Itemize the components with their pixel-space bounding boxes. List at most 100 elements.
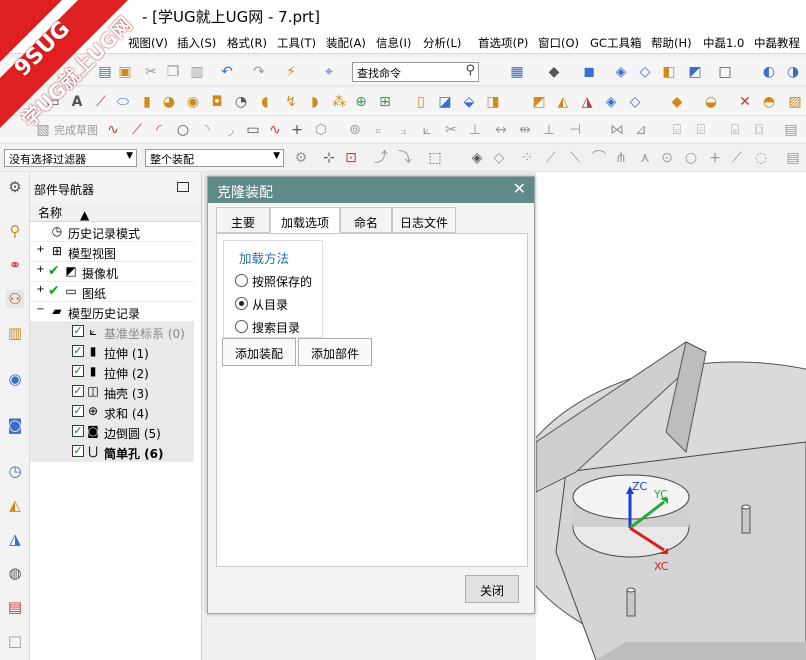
assembly-navigator-icon[interactable]: ⚲ — [6, 222, 24, 240]
extend-icon[interactable]: ⟓ — [394, 121, 412, 139]
web-browser-icon[interactable]: ◙ — [6, 416, 24, 434]
orient-icon[interactable]: ◐ — [760, 63, 778, 81]
circle-icon[interactable]: ○ — [174, 121, 192, 139]
reuse-library-icon[interactable]: ▥ — [6, 324, 24, 342]
visibility-checkbox[interactable]: ✓ — [72, 445, 84, 457]
manufacturing-wizard-icon[interactable]: ◍ — [6, 564, 24, 582]
process-studio-icon[interactable]: ◮ — [6, 530, 24, 548]
show-constraints-icon[interactable]: ⟂ — [540, 121, 558, 139]
expand-icon[interactable]: + — [36, 245, 45, 255]
paste-icon[interactable]: ▥ — [188, 63, 206, 81]
history-icon[interactable]: ◷ — [6, 462, 24, 480]
quick-trim-icon[interactable]: ✂ — [442, 121, 460, 139]
menu-preferences[interactable]: 首选项(P) — [478, 35, 528, 51]
tree-node-extrude-2[interactable]: ✓ ▮ 拉伸 (2) — [30, 362, 194, 382]
snap-midpoint-icon[interactable]: ⟋ — [542, 149, 560, 167]
fillet-sketch-icon[interactable]: ◝ — [198, 121, 216, 139]
snap-intersection-icon[interactable]: ⋏ — [636, 149, 654, 167]
menu-format[interactable]: 格式(R) — [227, 35, 267, 51]
select-region-icon[interactable]: ⊡ — [342, 149, 360, 167]
view-cube-icon[interactable]: ◈ — [612, 63, 630, 81]
radio-search-folders[interactable] — [235, 320, 248, 333]
tree-node-model-views[interactable]: + ⊞ 模型视图 — [30, 242, 194, 262]
sew-icon[interactable]: ◇ — [626, 93, 644, 111]
rectangle-select-icon[interactable]: ⬚ — [426, 149, 444, 167]
constraint-navigator-icon[interactable]: ⚭ — [6, 256, 24, 274]
close-icon[interactable]: ✕ — [513, 179, 526, 198]
chamfer-icon[interactable]: ◩ — [530, 93, 548, 111]
visibility-checkbox[interactable]: ✓ — [72, 405, 84, 417]
visibility-checkbox[interactable]: ✓ — [72, 365, 84, 377]
redo-icon[interactable]: ↷ — [250, 63, 268, 81]
snap-center-icon[interactable]: ⊙ — [658, 149, 676, 167]
convert-reference-icon[interactable]: ⊣ — [566, 121, 584, 139]
visibility-checkbox[interactable]: ✓ — [72, 385, 84, 397]
pattern-icon[interactable]: ⁂ — [330, 93, 348, 111]
sketch-palette-icon[interactable]: ▤ — [782, 121, 800, 139]
extrude-icon[interactable]: ▮ — [138, 93, 156, 111]
visibility-checkbox[interactable]: ✓ — [72, 345, 84, 357]
snap-circle-icon[interactable]: ○ — [682, 149, 700, 167]
tree-node-extrude-1[interactable]: ✓ ▮ 拉伸 (1) — [30, 342, 194, 362]
tree-node-shell[interactable]: ✓ ◫ 抽壳 (3) — [30, 382, 194, 402]
shaded-icon[interactable]: ◼ — [580, 63, 598, 81]
point-icon[interactable]: + — [288, 121, 306, 139]
select-body-icon[interactable]: ⤵ — [396, 149, 414, 167]
roles-icon[interactable]: ▤ — [6, 598, 24, 616]
graphics-viewport[interactable]: ZC YC XC — [536, 172, 806, 660]
radio-as-saved-label[interactable]: 按照保存的 — [252, 273, 312, 290]
sketch-settings-icon[interactable]: ⌹ — [692, 121, 710, 139]
part-navigator-icon[interactable]: ⚇ — [6, 290, 24, 308]
menu-zhonglei-tutorial[interactable]: 中磊教程 — [754, 35, 800, 51]
grid-icon[interactable]: ▦ — [508, 63, 526, 81]
selection-scope-dropdown[interactable]: 整个装配 ▼ — [145, 149, 284, 167]
tree-node-simple-hole[interactable]: ✓ ⋃ 简单孔 (6) — [30, 442, 194, 462]
blend-icon[interactable]: ◗ — [306, 93, 324, 111]
trim-icon[interactable]: ⟔ — [370, 121, 388, 139]
system-materials-icon[interactable]: ◭ — [6, 496, 24, 514]
layer-settings-icon[interactable]: ◩ — [686, 63, 704, 81]
visibility-checkbox[interactable]: ✓ — [72, 325, 84, 337]
radio-as-saved[interactable] — [235, 274, 248, 287]
chamfer-sketch-icon[interactable]: ◞ — [222, 121, 240, 139]
snap-quadrant-icon[interactable]: ⋔ — [612, 149, 630, 167]
tab-naming[interactable]: 命名 — [340, 207, 392, 233]
menu-window[interactable]: 窗口(O) — [538, 35, 579, 51]
hole-icon[interactable]: ◉ — [184, 93, 202, 111]
tree-node-drawings[interactable]: + ✔ ▭ 图纸 — [30, 282, 194, 302]
offset-curve-icon[interactable]: ⊚ — [346, 121, 364, 139]
select-edges-icon[interactable]: ◇ — [490, 149, 508, 167]
offset-face-icon[interactable]: ◨ — [484, 93, 502, 111]
menu-info[interactable]: 信息(I) — [376, 35, 411, 51]
corner-icon[interactable]: ⟀ — [418, 121, 436, 139]
draft-icon[interactable]: ◭ — [554, 93, 572, 111]
component-icon[interactable]: ◆ — [668, 93, 686, 111]
column-header-name[interactable]: 名称 — [30, 202, 201, 222]
view-front-icon[interactable]: ◑ — [784, 63, 802, 81]
expand-icon[interactable]: + — [36, 265, 45, 275]
snap-on-curve-icon[interactable]: ⟋ — [728, 149, 746, 167]
dimension-icon[interactable]: ↔ — [492, 121, 510, 139]
repeat-command-icon[interactable]: ⚡ — [282, 63, 300, 81]
snap-arc-icon[interactable]: ⌒ — [590, 149, 608, 167]
menu-help[interactable]: 帮助(H) — [651, 35, 692, 51]
move-component-icon[interactable]: ◓ — [760, 93, 778, 111]
radio-from-folder[interactable] — [235, 297, 248, 310]
render-style-icon[interactable]: ◆ — [545, 63, 563, 81]
tree-node-model-history[interactable]: − ▰ 模型历史记录 — [30, 302, 194, 322]
pocket-icon[interactable]: ◔ — [232, 93, 250, 111]
rectangle-icon[interactable]: ▭ — [244, 121, 262, 139]
tree-node-history-mode[interactable]: ◷ 历史记录模式 — [30, 222, 194, 242]
hd3d-icon[interactable]: ◉ — [6, 370, 24, 388]
infer-constraints-icon[interactable]: ⊿ — [632, 121, 650, 139]
menu-tools[interactable]: 工具(T) — [277, 35, 316, 51]
arc-icon[interactable]: ◜ — [150, 121, 168, 139]
wireframe-icon[interactable]: ◇ — [636, 63, 654, 81]
menu-assembly[interactable]: 装配(A) — [326, 35, 366, 51]
split-body-icon[interactable]: ⬙ — [460, 93, 478, 111]
delete-icon[interactable]: ✕ — [736, 93, 754, 111]
layer-icon[interactable]: ◧ — [660, 63, 678, 81]
tab-log-file[interactable]: 日志文件 — [392, 207, 456, 233]
constraint-icon[interactable]: ▨ — [786, 93, 804, 111]
create-inferred-icon[interactable]: ⌸ — [668, 121, 686, 139]
